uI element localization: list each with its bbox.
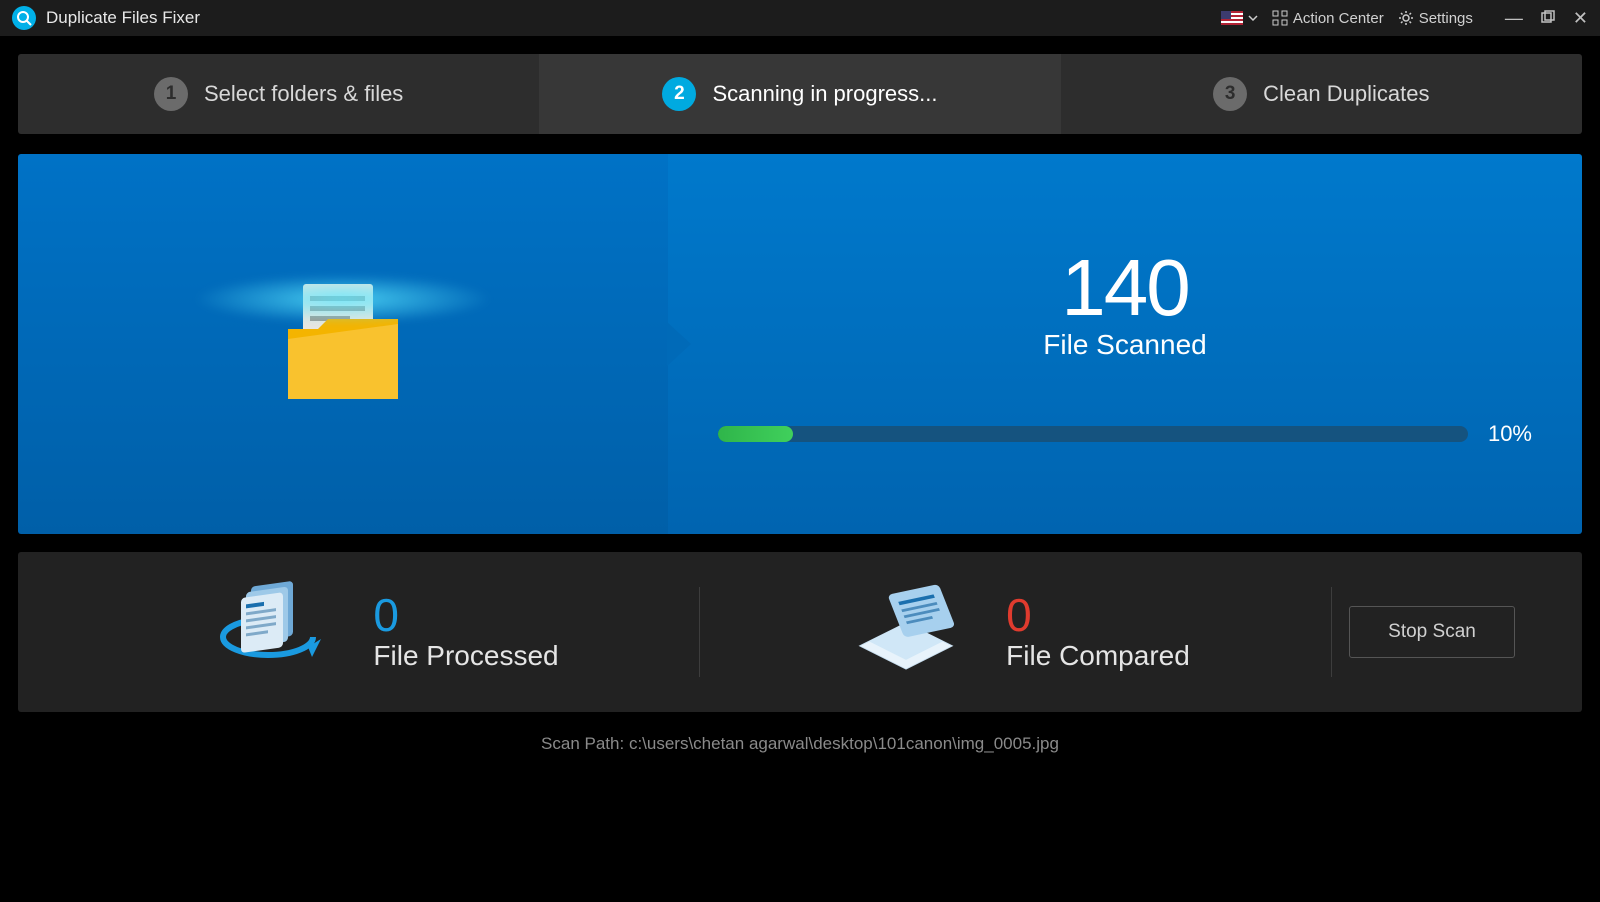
step-select-folders[interactable]: 1 Select folders & files [18,54,539,134]
gear-icon [1398,10,1414,26]
step-label: Select folders & files [204,81,403,107]
files-scanned-count: 140 [1061,242,1188,334]
grid-icon [1272,10,1288,26]
compared-label: File Compared [1006,640,1190,672]
step-label: Clean Duplicates [1263,81,1429,107]
close-button[interactable]: ✕ [1573,9,1588,27]
app-logo-icon [12,6,36,30]
step-number: 3 [1213,77,1247,111]
language-selector[interactable] [1221,11,1258,25]
processed-label: File Processed [373,640,558,672]
scan-panel: 140 File Scanned 10% [18,154,1582,534]
minimize-button[interactable]: — [1505,9,1523,27]
scan-illustration-panel [18,154,668,534]
panel-arrow-icon [667,322,691,366]
settings-button[interactable]: Settings [1398,10,1473,27]
flag-us-icon [1221,11,1243,25]
scan-path-value: c:\users\chetan agarwal\desktop\101canon… [629,734,1059,753]
scan-path: Scan Path: c:\users\chetan agarwal\deskt… [18,734,1582,754]
progress-bar [718,426,1468,442]
step-clean-duplicates[interactable]: 3 Clean Duplicates [1061,54,1582,134]
action-center-button[interactable]: Action Center [1272,10,1384,27]
files-scanned-label: File Scanned [1043,329,1206,361]
action-center-label: Action Center [1293,10,1384,27]
title-bar: Duplicate Files Fixer Action Center Sett… [0,0,1600,36]
compared-icon [841,577,971,687]
settings-label: Settings [1419,10,1473,27]
processed-value: 0 [373,592,558,638]
stat-files-compared: 0 File Compared [700,577,1331,687]
chevron-down-icon [1248,15,1258,21]
step-scanning[interactable]: 2 Scanning in progress... [539,54,1060,134]
scan-glow-icon [193,274,493,324]
step-number: 1 [154,77,188,111]
stop-scan-button[interactable]: Stop Scan [1349,606,1515,658]
progress-percent: 10% [1488,421,1532,447]
step-label: Scanning in progress... [712,81,937,107]
progress-fill [718,426,793,442]
scan-path-prefix: Scan Path: [541,734,629,753]
scan-status-panel: 140 File Scanned 10% [668,154,1582,534]
stats-panel: 0 File Processed [18,552,1582,712]
maximize-button[interactable] [1541,9,1555,27]
step-number: 2 [662,77,696,111]
app-title: Duplicate Files Fixer [46,8,200,28]
wizard-steps: 1 Select folders & files 2 Scanning in p… [18,54,1582,134]
stat-files-processed: 0 File Processed [68,577,699,687]
compared-value: 0 [1006,592,1190,638]
processed-icon [208,577,338,687]
